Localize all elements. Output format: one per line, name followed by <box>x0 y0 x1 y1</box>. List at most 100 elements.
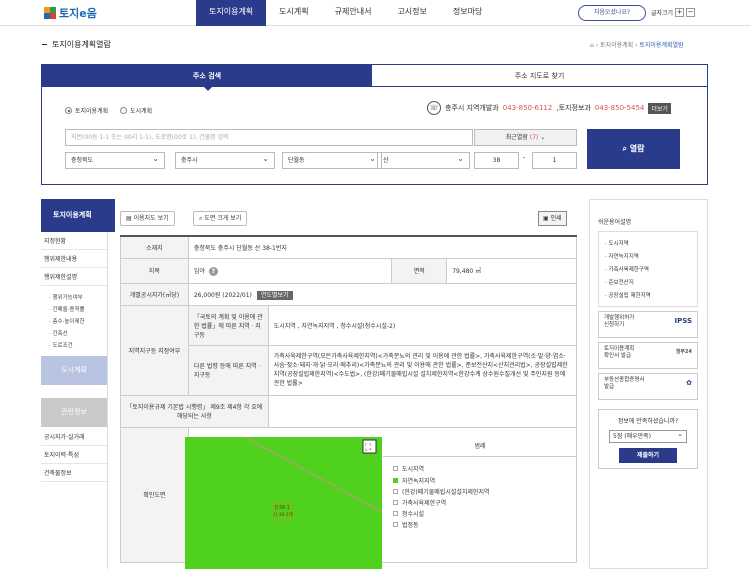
left-nav: 토지이용계획 지정현황 행위제한내용 행위제한설명 · 행위가능여부 · 건폐율… <box>41 199 115 569</box>
nav-urban-plan[interactable]: 도시계획 <box>266 0 321 26</box>
nav-regulation[interactable]: 규제안내서 <box>322 0 385 26</box>
city-select[interactable]: 충주시 <box>175 151 275 169</box>
page-title: 토지이용계획열람 <box>42 39 111 50</box>
location-label: 소재지 <box>120 235 189 259</box>
site-logo[interactable]: 토지e음 <box>44 5 97 21</box>
left-nav-restriction[interactable]: 행위제한내용 <box>41 254 107 268</box>
land-cert-card[interactable]: 토지이용계획 확인서 발급 정부24 <box>598 342 698 369</box>
printer-icon: ▣ <box>543 215 549 222</box>
phone-icon: ☏ <box>427 101 441 115</box>
left-nav-designation[interactable]: 지정현황 <box>41 236 107 250</box>
left-nav-sub[interactable]: · 층수·높이제한 <box>49 317 85 325</box>
left-nav-related-info[interactable]: 관련정보 <box>41 398 107 427</box>
font-size-control: 글자크기 + − <box>651 8 696 17</box>
main-nav: 토지이용계획 도시계획 규제안내서 고시정보 정보마당 <box>196 0 495 26</box>
rule-label: 「토지이용규제 기본법 시행령」 제9조 제4항 각 호에 해당되는 사항 <box>120 394 269 428</box>
legend-label: 자연녹지지역 <box>402 478 436 485</box>
left-nav-sub[interactable]: · 건폐율·용적률 <box>49 305 85 313</box>
legend-item: (한강)폐기물매립시설설치제한지역 <box>393 487 489 496</box>
contact-more-button[interactable]: 더보기 <box>648 102 671 114</box>
nav-info[interactable]: 정보마당 <box>440 0 495 26</box>
zone-law2-label: 다른 법령 등에 따른 지역ㆍ지구등 <box>187 344 269 396</box>
contact-info: ☏ 충주시 지역개발과 043-850-6112 ,토지정보과 043-850-5… <box>427 101 671 115</box>
jimok-label: 지목 <box>120 257 189 284</box>
print-button[interactable]: ▣ 인쇄 <box>538 211 567 226</box>
term-item[interactable]: · 준보전산지 <box>605 278 634 286</box>
font-increase-button[interactable]: + <box>675 8 685 17</box>
bunji-main-input[interactable]: 38 <box>474 152 519 169</box>
realestate-cert-label: 부동산종합증명서 발급 <box>604 377 645 390</box>
print-label: 인쇄 <box>550 215 562 222</box>
ipss-logo: IPSS <box>674 317 692 325</box>
term-label: 준보전산지 <box>608 280 634 286</box>
realestate-cert-card[interactable]: 부동산종합증명서 발급 ✿ <box>598 373 698 400</box>
breadcrumb-item[interactable]: 토지이용계획 <box>600 42 633 49</box>
legend-title: 범례 <box>383 437 577 457</box>
price-cell: 26,000원 (2022/01) 연도별보기 <box>187 282 578 306</box>
confirmation-map[interactable]: 산38-1 산 38-1대 ⛶ <box>185 437 382 569</box>
bunji-dash: - <box>523 154 526 162</box>
survey-submit-button[interactable]: 제출하기 <box>619 448 677 463</box>
land-map-button[interactable]: ▤ 이용지도 보기 <box>120 211 175 226</box>
left-nav-price[interactable]: 공시지가·실거래 <box>41 432 107 446</box>
recent-count: (7) <box>529 134 539 141</box>
contact-phone-2: 043-850-5454 <box>594 104 645 112</box>
price-label: 개별공시지가(㎡당) <box>120 282 189 306</box>
jimok-value: 임야 <box>193 267 205 275</box>
page-title-text: 토지이용계획열람 <box>52 40 111 49</box>
contact-dept-2: ,토지정보과 <box>556 104 591 112</box>
nav-notice[interactable]: 고시정보 <box>384 0 439 26</box>
font-decrease-button[interactable]: − <box>686 8 696 17</box>
mountain-select[interactable]: 산 <box>377 151 470 169</box>
term-item[interactable]: · 도시지역 <box>605 239 629 247</box>
address-search-input[interactable]: 지번(00동 1-1 또는 00리 1-1), 도로명(00로 1), 건물명 … <box>65 129 473 146</box>
home-icon[interactable]: ⌂ <box>590 42 594 49</box>
dong-select[interactable]: 단월동 <box>282 151 382 169</box>
area-label: 면적 <box>391 257 448 284</box>
radio-land-use[interactable]: 토지이용계획 <box>65 106 108 115</box>
left-nav-building[interactable]: 건축물정보 <box>41 468 107 482</box>
term-item[interactable]: · 자연녹지지역 <box>605 252 639 260</box>
left-nav-history[interactable]: 토지이력·특성 <box>41 450 107 464</box>
view-button[interactable]: ⌕ 열람 <box>587 129 680 169</box>
expand-icon[interactable]: ⛶ <box>364 442 372 453</box>
large-map-button[interactable]: ⌕ 도면 크게 보기 <box>193 211 248 226</box>
left-nav-sub[interactable]: · 건축선 <box>49 329 68 337</box>
search-panel: 주소 검색 주소 지도로 찾기 토지이용계획 도시계획 ☏ 충주시 지역개발과 … <box>41 64 708 185</box>
first-visit-button[interactable]: 처음오셨나요? <box>578 5 646 21</box>
term-label: 가축사육제한구역 <box>608 267 649 273</box>
bunji-sub-input[interactable]: 1 <box>532 152 577 169</box>
search-type-radios: 토지이용계획 도시계획 <box>65 106 152 115</box>
term-item[interactable]: · 가축사육제한구역 <box>605 265 649 273</box>
legend-item: 자연녹지지역 <box>393 476 435 485</box>
left-nav-title[interactable]: 토지이용계획 <box>41 199 115 232</box>
help-icon[interactable]: ? <box>208 266 218 276</box>
left-nav-sub[interactable]: · 도로조건 <box>49 341 73 349</box>
left-nav-restriction-desc[interactable]: 행위제한설명 <box>41 272 107 286</box>
land-cert-label: 토지이용계획 확인서 발급 <box>604 346 635 359</box>
province-select[interactable]: 충청북도 <box>65 151 165 169</box>
satisfaction-survey: 정보에 만족하셨습니까? 5점 (매우만족) 제출하기 <box>598 409 698 469</box>
yearly-view-button[interactable]: 연도별보기 <box>256 290 293 300</box>
nav-land-use[interactable]: 토지이용계획 <box>196 0 267 26</box>
legend-label: 법정동 <box>402 522 419 529</box>
recent-view-dropdown[interactable]: 최근열람 (7) ⌄ <box>474 129 577 146</box>
left-nav-sub[interactable]: · 행위가능여부 <box>49 293 83 301</box>
easy-terms-title: 쉬운용어설명 <box>598 219 632 226</box>
survey-select[interactable]: 5점 (매우만족) <box>609 429 687 443</box>
left-nav-urban-plan[interactable]: 도시계획 <box>41 356 107 385</box>
tab-map-search[interactable]: 주소 지도로 찾기 <box>372 65 707 87</box>
logo-mark-icon <box>44 7 56 19</box>
legend-label: 가축사육제한구역 <box>402 500 447 507</box>
breadcrumb: ⌂ › 토지이용계획 › 토지이용계획열람 <box>590 42 684 49</box>
legend-item: 법정동 <box>393 520 419 529</box>
dev-permit-card[interactable]: 개발행위허가 신청하기 IPSS <box>598 311 698 338</box>
term-item[interactable]: · 공장설립 제한지역 <box>605 291 651 299</box>
zoom-icon: ⌕ <box>199 215 203 222</box>
term-label: 도시지역 <box>608 241 629 247</box>
large-map-label: 도면 크게 보기 <box>204 215 242 222</box>
zone-label: 지역지구등 지정여부 <box>120 304 189 396</box>
jimok-cell: 임야? <box>187 257 393 284</box>
radio-urban-plan[interactable]: 도시계획 <box>120 106 152 115</box>
tab-address-search[interactable]: 주소 검색 <box>42 65 372 91</box>
